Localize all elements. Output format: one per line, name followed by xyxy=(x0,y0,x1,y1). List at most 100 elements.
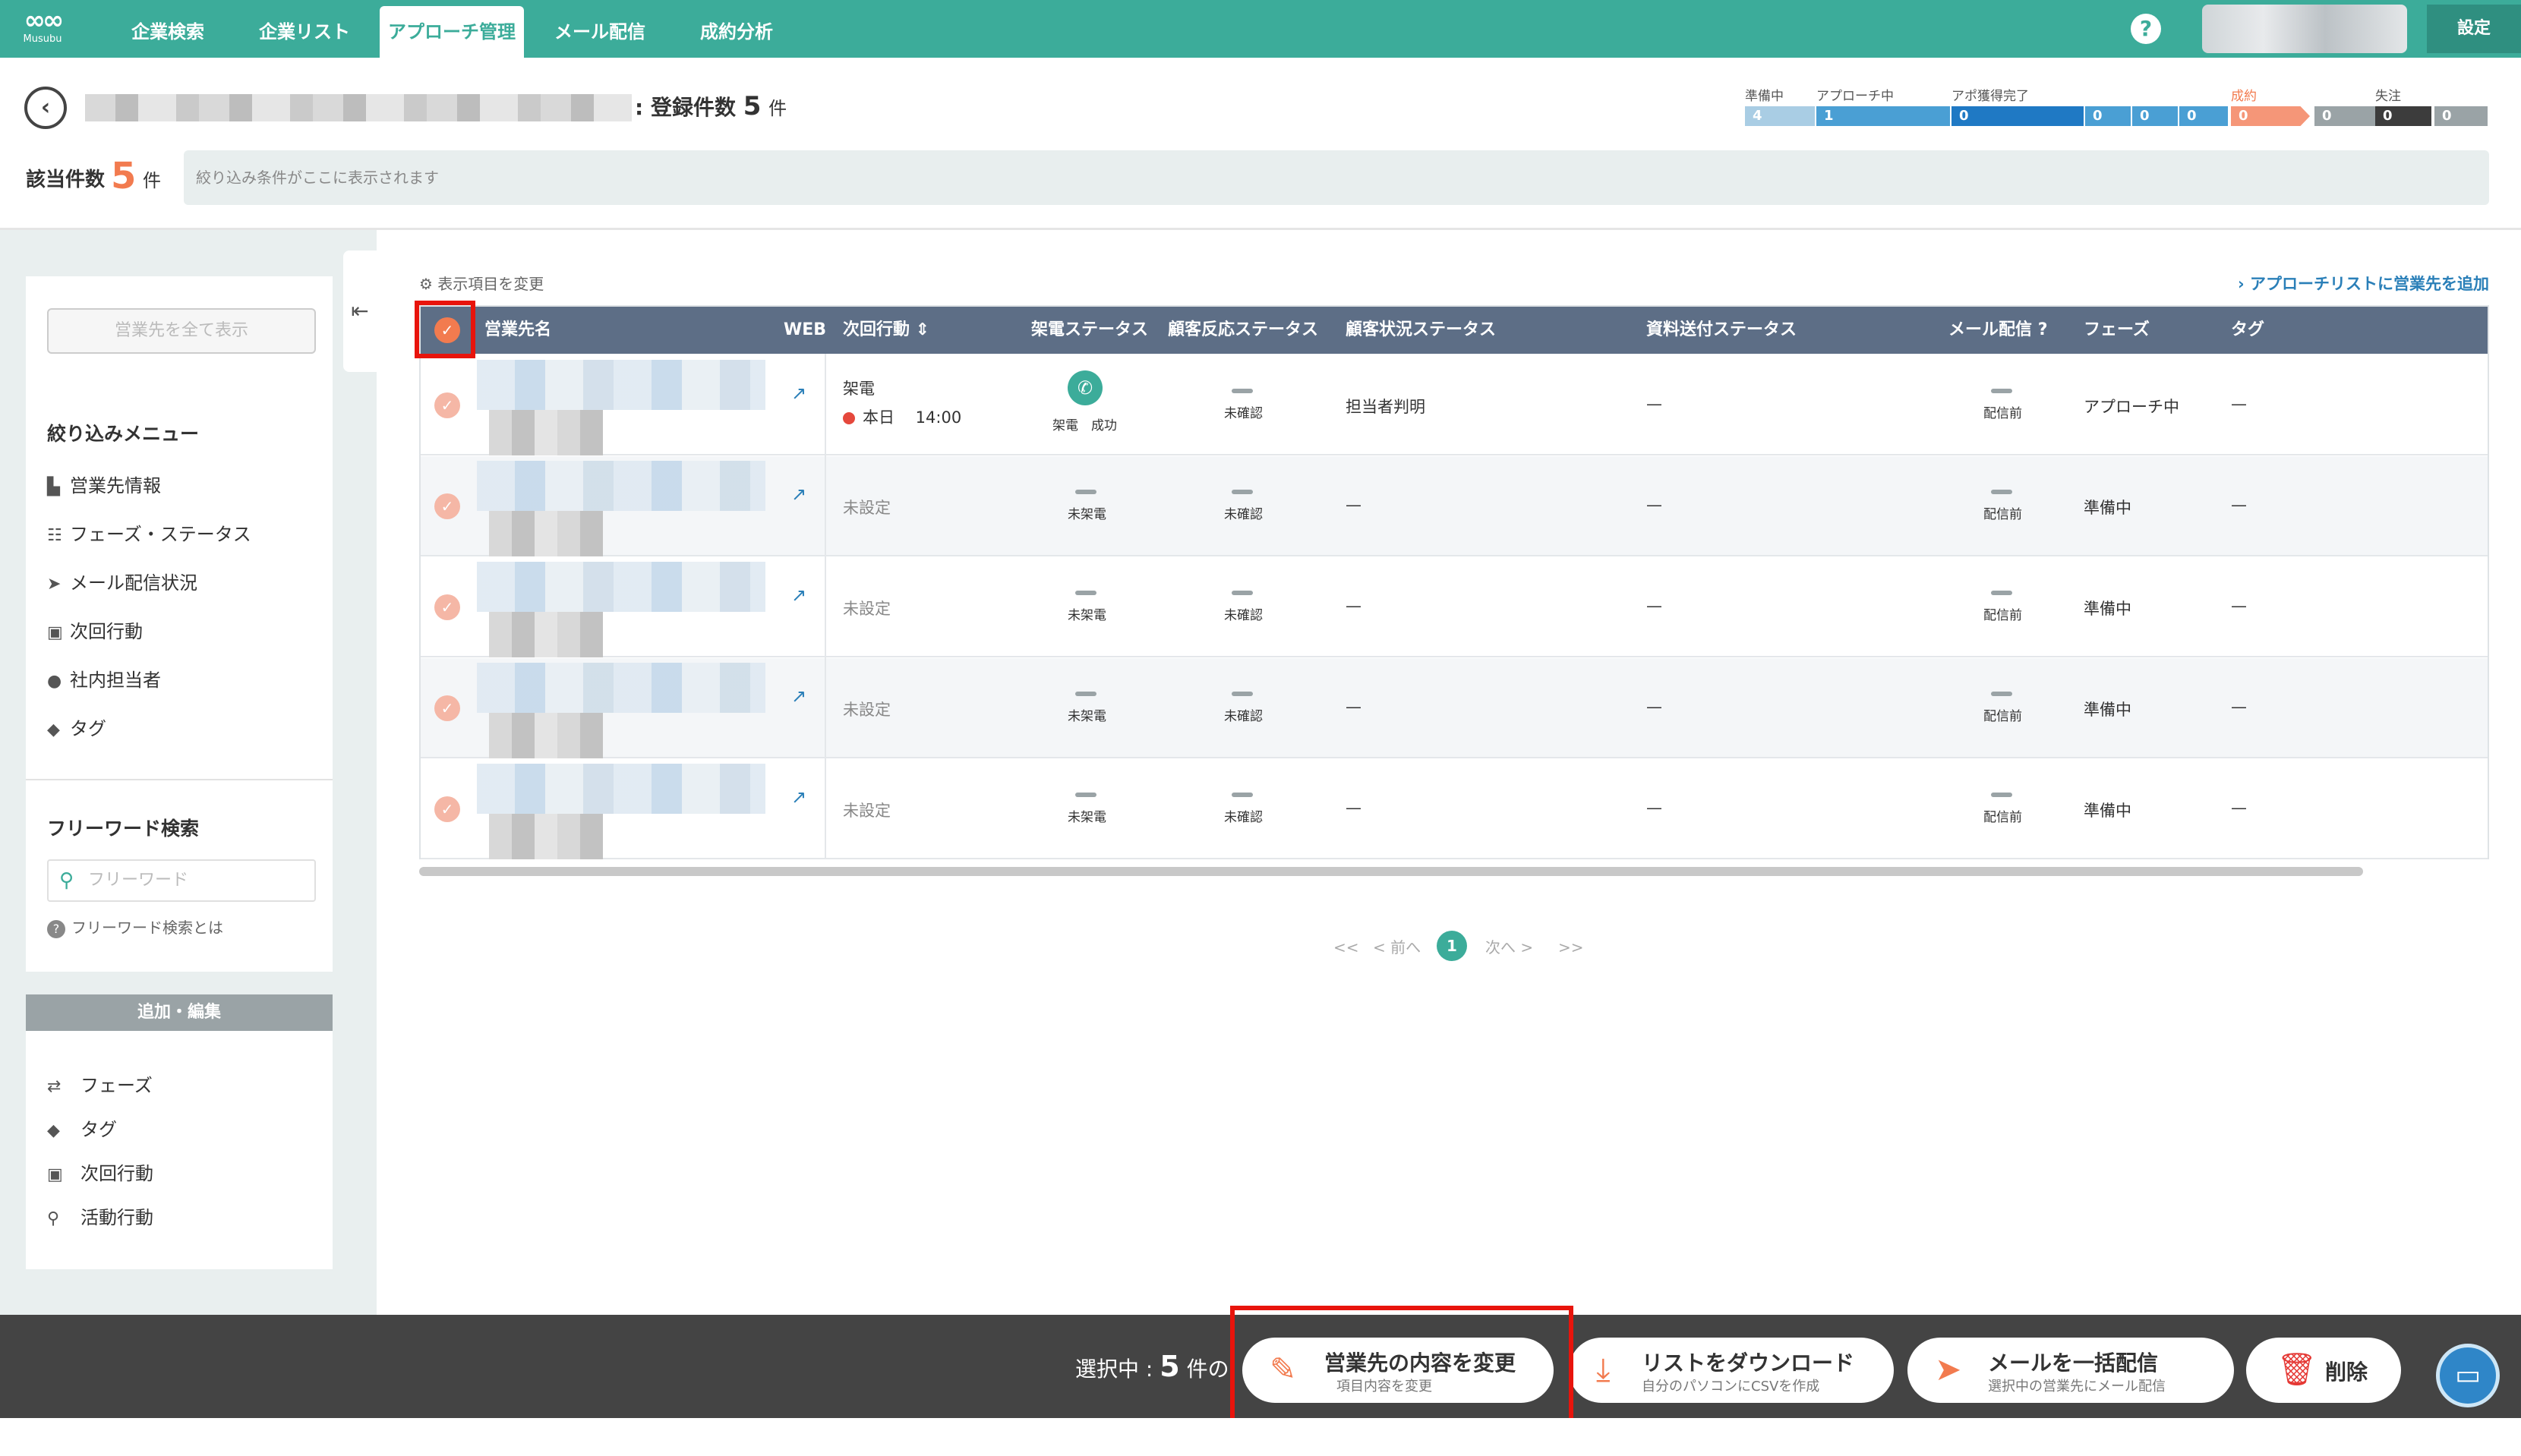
freeword-search-input[interactable]: ⚲ フリーワード xyxy=(47,859,316,902)
row-checkbox[interactable]: ✓ xyxy=(434,695,460,721)
table-row[interactable]: ✓ ↗ 未設定 未架電 未確認 — — 配信前 準備中 — xyxy=(421,658,2488,758)
phase-count[interactable]: 0 xyxy=(2085,106,2131,126)
table-row[interactable]: ✓ ↗ 未設定 未架電 未確認 — — 配信前 準備中 — xyxy=(421,759,2488,859)
company-name-redacted[interactable] xyxy=(477,360,765,410)
situation-status-value: — xyxy=(1346,496,1361,514)
list-name-redacted xyxy=(85,94,632,121)
chat-support-icon[interactable]: ▭ xyxy=(2436,1344,2500,1407)
menu-item-icon: ⇄ xyxy=(47,1077,62,1096)
status-dot xyxy=(843,412,855,424)
situation-status-value: — xyxy=(1346,799,1361,817)
add-to-approach-list-link[interactable]: › アプローチリストに営業先を追加 xyxy=(2238,272,2489,295)
filter-count-unit: 件 xyxy=(143,170,161,191)
row-checkbox[interactable]: ✓ xyxy=(434,392,460,418)
show-all-button[interactable]: 営業先を全て表示 xyxy=(47,308,316,354)
phase-count[interactable]: 0 xyxy=(2434,106,2488,126)
tab-company-list[interactable]: 企業リスト xyxy=(248,6,361,58)
status-dash xyxy=(1991,692,2012,696)
next-action-value: 未設定 xyxy=(843,802,891,820)
filter-menu-item[interactable]: ◆ タグ xyxy=(47,714,106,740)
status-dash xyxy=(1991,793,2012,797)
company-name-redacted xyxy=(489,814,603,859)
company-name-redacted[interactable] xyxy=(477,663,765,713)
filter-menu-item[interactable]: ▣ 次回行動 xyxy=(47,616,143,643)
filter-menu-item[interactable]: ● 社内担当者 xyxy=(47,665,161,692)
status-dash xyxy=(1232,389,1253,393)
menu-item-label: フェーズ xyxy=(80,1075,153,1096)
collapse-sidebar-icon[interactable]: ⇤ xyxy=(343,251,377,372)
phase-count[interactable]: 0 xyxy=(2375,106,2431,126)
phase-value: 準備中 xyxy=(2084,499,2131,517)
row-checkbox[interactable]: ✓ xyxy=(434,493,460,519)
edit-menu-item[interactable]: ▣ 次回行動 xyxy=(47,1158,153,1185)
user-account[interactable] xyxy=(2202,5,2407,53)
pagination-current[interactable]: 1 xyxy=(1437,931,1467,961)
phase-count[interactable]: 0 xyxy=(1951,106,2084,126)
download-list-button[interactable]: ⤓ リストをダウンロード 自分のパソコンにCSVを作成 xyxy=(1569,1338,1894,1403)
call-status-label: 未架電 xyxy=(1068,810,1106,825)
settings-button[interactable]: 設定 xyxy=(2427,5,2521,53)
tab-approach-management[interactable]: アプローチ管理 xyxy=(380,6,524,58)
highlight-edit-button xyxy=(1230,1306,1573,1424)
next-action-value: 未設定 xyxy=(843,600,891,618)
menu-item-icon: ◆ xyxy=(47,720,60,739)
musubu-logo[interactable]: ∞∞ Musubu xyxy=(12,8,73,53)
header-company-name[interactable]: 営業先名 xyxy=(484,307,551,354)
company-name-redacted[interactable] xyxy=(477,764,765,814)
phase-count[interactable]: 0 xyxy=(2132,106,2178,126)
help-icon[interactable]: ? xyxy=(2131,14,2161,44)
row-checkbox[interactable]: ✓ xyxy=(434,594,460,620)
change-columns-link[interactable]: ⚙ 表示項目を変更 xyxy=(419,272,544,294)
edit-menu-item[interactable]: ⇄ フェーズ xyxy=(47,1070,153,1097)
pagination-next[interactable]: 次へ > xyxy=(1485,932,1533,963)
filter-menu-item[interactable]: ▙ 営業先情報 xyxy=(47,471,161,497)
row-checkbox[interactable]: ✓ xyxy=(434,796,460,822)
tab-conversion-analysis[interactable]: 成約分析 xyxy=(683,6,790,58)
table-row[interactable]: ✓ ↗ 未設定 未架電 未確認 — — 配信前 準備中 — xyxy=(421,456,2488,556)
tab-mail-delivery[interactable]: メール配信 xyxy=(539,6,661,58)
external-link-icon[interactable]: ↗ xyxy=(791,786,806,808)
phase-count[interactable]: 0 xyxy=(2314,106,2375,126)
pagination-last[interactable]: >> xyxy=(1558,932,1584,963)
back-button[interactable]: ‹ xyxy=(24,87,67,129)
edit-menu-item[interactable]: ◆ タグ xyxy=(47,1114,117,1141)
mail-status-label: 配信前 xyxy=(1983,810,2022,825)
phase-count[interactable]: 4 xyxy=(1745,106,1815,126)
horizontal-scrollbar[interactable] xyxy=(419,867,2363,876)
filter-menu-item[interactable]: ☷ フェーズ・ステータス xyxy=(47,519,251,546)
phase-count[interactable]: 1 xyxy=(1816,106,1950,126)
phase-count[interactable]: 0 xyxy=(2179,106,2228,126)
bulk-mail-button[interactable]: ➤ メールを一括配信 選択中の営業先にメール配信 xyxy=(1907,1338,2234,1403)
table-header: ✓ 営業先名 WEB 次回行動 ⇕ 架電ステータス 顧客反応ステータス 顧客状況… xyxy=(421,307,2488,354)
document-status-value: — xyxy=(1646,395,1662,413)
header-reaction-status: 顧客反応ステータス xyxy=(1168,320,1319,339)
phase-label: 成約 xyxy=(2231,89,2257,104)
table-row[interactable]: ✓ ↗ 未設定 未架電 未確認 — — 配信前 準備中 — xyxy=(421,557,2488,657)
menu-item-icon: ▣ xyxy=(47,1165,63,1184)
external-link-icon[interactable]: ↗ xyxy=(791,685,806,707)
external-link-icon[interactable]: ↗ xyxy=(791,585,806,606)
external-link-icon[interactable]: ↗ xyxy=(791,484,806,505)
freeword-help-link[interactable]: ? フリーワード検索とは xyxy=(47,916,223,938)
company-name-redacted[interactable] xyxy=(477,461,765,511)
next-action-value: 未設定 xyxy=(843,499,891,517)
header-next-action[interactable]: 次回行動 ⇕ xyxy=(843,307,929,354)
help-icon[interactable]: ? xyxy=(2038,320,2048,339)
external-link-icon[interactable]: ↗ xyxy=(791,383,806,404)
table-row[interactable]: ✓ ↗ 架電 本日 14:00 ✆ 架電 成功 未確認 担当者判明 — 配信前 アプローチ中 — xyxy=(421,355,2488,455)
next-action-type: 架電 xyxy=(843,380,875,398)
call-status-label: 未架電 xyxy=(1068,709,1106,724)
company-name-redacted[interactable] xyxy=(477,562,765,612)
filter-menu-item[interactable]: ➤ メール配信状況 xyxy=(47,568,197,594)
phase-count[interactable]: 0 xyxy=(2231,106,2310,126)
phase-value: アプローチ中 xyxy=(2084,398,2179,416)
pagination-prev[interactable]: < 前へ xyxy=(1373,932,1421,963)
edit-menu-item[interactable]: ⚲ 活動行動 xyxy=(47,1202,153,1229)
document-status-value: — xyxy=(1646,698,1662,716)
phase-label: アプローチ中 xyxy=(1816,89,1894,104)
registered-count: : 登録件数 5 件 xyxy=(635,91,787,121)
reaction-status-label: 未確認 xyxy=(1224,507,1263,522)
pagination-first[interactable]: << xyxy=(1333,932,1359,963)
tab-company-search[interactable]: 企業検索 xyxy=(112,6,223,58)
delete-button[interactable]: 🗑 削除 xyxy=(2246,1338,2401,1403)
